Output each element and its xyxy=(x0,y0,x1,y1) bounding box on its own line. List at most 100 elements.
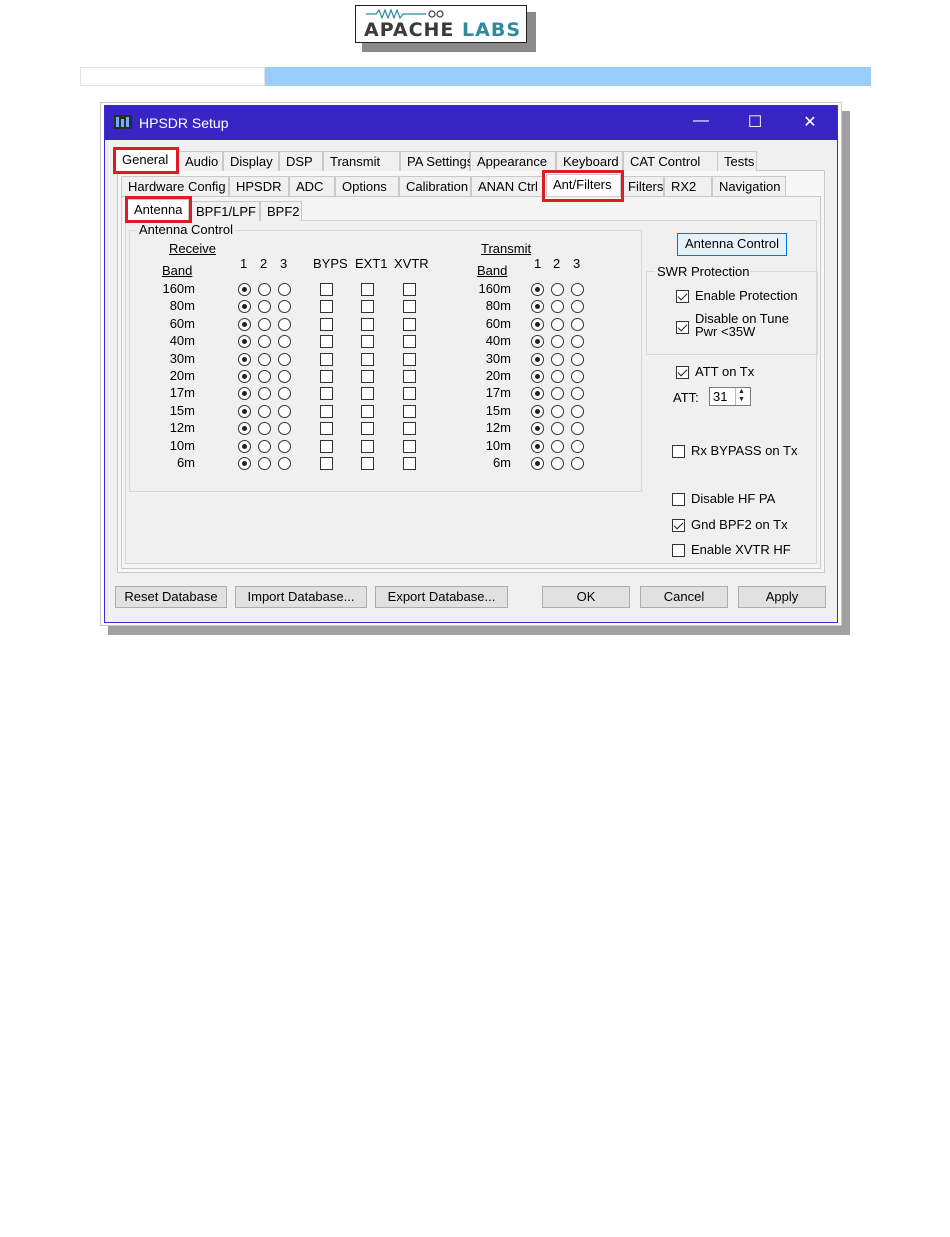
tx-160m-ant1-radio[interactable] xyxy=(531,283,544,296)
tx-12m-ant2-radio[interactable] xyxy=(551,422,564,435)
tab-calibration[interactable]: Calibration xyxy=(399,176,471,196)
tx-60m-ant1-radio[interactable] xyxy=(531,318,544,331)
tx-80m-ant2-radio[interactable] xyxy=(551,300,564,313)
tx-30m-ant1-radio[interactable] xyxy=(531,353,544,366)
tx-17m-ant1-radio[interactable] xyxy=(531,387,544,400)
swr-protection-title: SWR Protection xyxy=(655,264,752,279)
tab-adc[interactable]: ADC xyxy=(289,176,335,196)
tx-band-30m: 30m xyxy=(485,351,511,366)
att-on-tx-checkbox[interactable] xyxy=(676,366,689,379)
highlight-antenna-tab xyxy=(125,196,192,223)
tab-rx2[interactable]: RX2 xyxy=(664,176,712,196)
maximize-button[interactable]: ☐ xyxy=(740,112,770,132)
rx-ant-3-label: 3 xyxy=(280,256,288,271)
tx-15m-ant3-radio[interactable] xyxy=(571,405,584,418)
ok-button[interactable]: OK xyxy=(542,586,630,608)
rx-bypass-checkbox[interactable] xyxy=(672,445,685,458)
gnd-bpf2-checkbox[interactable] xyxy=(672,519,685,532)
tx-ant-2-label: 2 xyxy=(553,256,561,271)
spin-down-icon[interactable]: ▼ xyxy=(738,396,745,404)
disable-on-tune-checkbox[interactable] xyxy=(676,321,689,334)
tab-bpf1-lpf[interactable]: BPF1/LPF xyxy=(189,201,260,221)
logo-text: APACHE LABS xyxy=(364,19,521,41)
header-band-left xyxy=(80,67,265,86)
tab-audio[interactable]: Audio xyxy=(178,151,223,171)
window-title: HPSDR Setup xyxy=(139,115,229,131)
tx-band-160m: 160m xyxy=(478,281,511,296)
tab-navigation[interactable]: Navigation xyxy=(712,176,786,196)
tx-10m-ant1-radio[interactable] xyxy=(531,440,544,453)
tx-80m-ant1-radio[interactable] xyxy=(531,300,544,313)
tab-anan-ctrl[interactable]: ANAN Ctrl xyxy=(471,176,543,196)
import-database-button[interactable]: Import Database... xyxy=(235,586,367,608)
tx-60m-ant3-radio[interactable] xyxy=(571,318,584,331)
tx-band-12m: 12m xyxy=(485,420,511,435)
logo-text-labs: LABS xyxy=(462,19,522,41)
tab-keyboard[interactable]: Keyboard xyxy=(556,151,623,171)
disable-hf-pa-label: Disable HF PA xyxy=(691,491,776,506)
tx-17m-ant3-radio[interactable] xyxy=(571,387,584,400)
tx-6m-ant3-radio[interactable] xyxy=(571,457,584,470)
hpsdr-setup-window: HPSDR Setup — ☐ ✕ General Audio Display DSP… xyxy=(104,105,838,623)
tx-60m-ant2-radio[interactable] xyxy=(551,318,564,331)
tx-20m-ant3-radio[interactable] xyxy=(571,370,584,383)
spin-up-icon[interactable]: ▲ xyxy=(738,388,745,396)
tx-6m-ant2-radio[interactable] xyxy=(551,457,564,470)
tab-filters[interactable]: Filters xyxy=(621,176,664,196)
tx-80m-ant3-radio[interactable] xyxy=(571,300,584,313)
tab-dsp[interactable]: DSP xyxy=(279,151,323,171)
tx-40m-ant2-radio[interactable] xyxy=(551,335,564,348)
tx-20m-ant2-radio[interactable] xyxy=(551,370,564,383)
tx-10m-ant2-radio[interactable] xyxy=(551,440,564,453)
highlight-ant-filters-tab xyxy=(542,170,624,202)
tab-options[interactable]: Options xyxy=(335,176,399,196)
enable-xvtr-hf-checkbox[interactable] xyxy=(672,544,685,557)
tab-cat-control[interactable]: CAT Control xyxy=(623,151,723,171)
tab-hpsdr[interactable]: HPSDR xyxy=(229,176,289,196)
rx-ant-2-label: 2 xyxy=(260,256,268,271)
tx-10m-ant3-radio[interactable] xyxy=(571,440,584,453)
att-spinner[interactable]: 31 ▲ ▼ xyxy=(709,387,751,406)
rx-bypass-label: Rx BYPASS on Tx xyxy=(691,443,798,458)
tx-30m-ant2-radio[interactable] xyxy=(551,353,564,366)
highlight-general-tab xyxy=(113,147,179,174)
tab-bpf2[interactable]: BPF2 xyxy=(260,201,302,221)
tab-hardware-config[interactable]: Hardware Config xyxy=(121,176,229,196)
gnd-bpf2-label: Gnd BPF2 on Tx xyxy=(691,517,788,532)
tx-12m-ant1-radio[interactable] xyxy=(531,422,544,435)
enable-protection-label: Enable Protection xyxy=(695,288,798,303)
tx-15m-ant1-radio[interactable] xyxy=(531,405,544,418)
tx-band-17m: 17m xyxy=(485,385,511,400)
tx-6m-ant1-radio[interactable] xyxy=(531,457,544,470)
app-icon xyxy=(114,115,132,129)
tab-appearance[interactable]: Appearance xyxy=(470,151,556,171)
export-database-button[interactable]: Export Database... xyxy=(375,586,508,608)
att-spinner-arrows[interactable]: ▲ ▼ xyxy=(735,388,751,405)
apply-button[interactable]: Apply xyxy=(738,586,826,608)
title-bar[interactable]: HPSDR Setup — ☐ ✕ xyxy=(105,106,837,140)
header-band-right xyxy=(265,67,871,86)
enable-protection-checkbox[interactable] xyxy=(676,290,689,303)
disable-hf-pa-checkbox[interactable] xyxy=(672,493,685,506)
tx-160m-ant2-radio[interactable] xyxy=(551,283,564,296)
minimize-button[interactable]: — xyxy=(686,112,716,130)
reset-database-button[interactable]: Reset Database xyxy=(115,586,227,608)
tx-40m-ant3-radio[interactable] xyxy=(571,335,584,348)
byps-label: BYPS xyxy=(313,256,348,271)
tx-15m-ant2-radio[interactable] xyxy=(551,405,564,418)
tab-transmit[interactable]: Transmit xyxy=(323,151,400,171)
close-button[interactable]: ✕ xyxy=(795,112,825,132)
antenna-control-button[interactable]: Antenna Control xyxy=(677,233,787,256)
tab-tests[interactable]: Tests xyxy=(717,151,757,171)
tx-160m-ant3-radio[interactable] xyxy=(571,283,584,296)
att-value: 31 xyxy=(713,389,728,404)
tab-pa-settings[interactable]: PA Settings xyxy=(400,151,473,171)
cancel-button[interactable]: Cancel xyxy=(640,586,728,608)
tx-17m-ant2-radio[interactable] xyxy=(551,387,564,400)
tab-display[interactable]: Display xyxy=(223,151,279,171)
tx-40m-ant1-radio[interactable] xyxy=(531,335,544,348)
logo-text-apache: APACHE xyxy=(364,19,455,41)
tx-30m-ant3-radio[interactable] xyxy=(571,353,584,366)
tx-12m-ant3-radio[interactable] xyxy=(571,422,584,435)
tx-20m-ant1-radio[interactable] xyxy=(531,370,544,383)
